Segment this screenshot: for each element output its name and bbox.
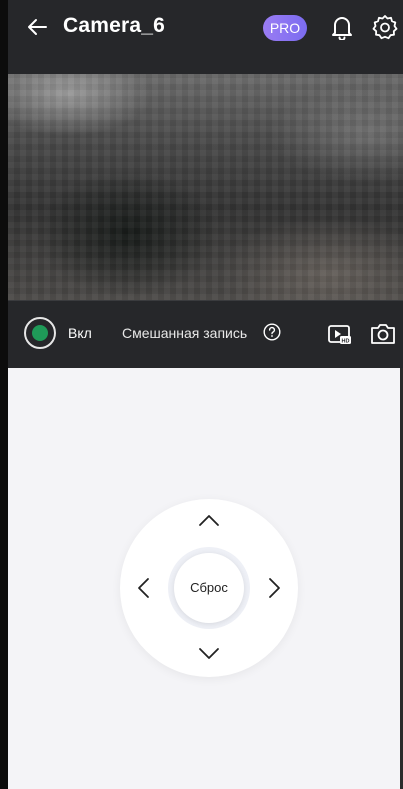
mixed-record-label: Смешанная запись	[122, 325, 248, 341]
ptz-right-arrow-icon[interactable]	[262, 576, 286, 600]
gear-icon[interactable]	[372, 14, 398, 40]
ptz-joystick[interactable]: Сброс	[120, 499, 298, 677]
back-arrow-icon[interactable]	[26, 16, 48, 38]
record-toggle-button[interactable]	[24, 317, 56, 349]
svg-text:HD: HD	[342, 338, 350, 344]
left-edge-strip	[0, 0, 8, 789]
app-header: Camera_6 PRO	[8, 0, 403, 74]
hd-playback-icon[interactable]: HD	[328, 324, 352, 346]
camera-screen: Camera_6 PRO Вкл Смешанная запись HD Сбр…	[0, 0, 403, 789]
ptz-up-arrow-icon[interactable]	[197, 509, 221, 533]
record-status-dot	[32, 325, 48, 341]
control-bar: Вкл Смешанная запись HD	[8, 300, 403, 369]
ptz-down-arrow-icon[interactable]	[197, 641, 221, 665]
record-state-label: Вкл	[68, 325, 92, 341]
camera-video-feed[interactable]	[8, 74, 403, 300]
ptz-left-arrow-icon[interactable]	[132, 576, 156, 600]
pro-badge[interactable]: PRO	[263, 15, 307, 41]
camera-snapshot-icon[interactable]	[370, 323, 396, 345]
help-icon[interactable]	[263, 323, 281, 341]
bell-icon[interactable]	[330, 14, 354, 40]
ptz-reset-button[interactable]: Сброс	[174, 553, 244, 623]
page-title: Camera_6	[63, 14, 166, 37]
